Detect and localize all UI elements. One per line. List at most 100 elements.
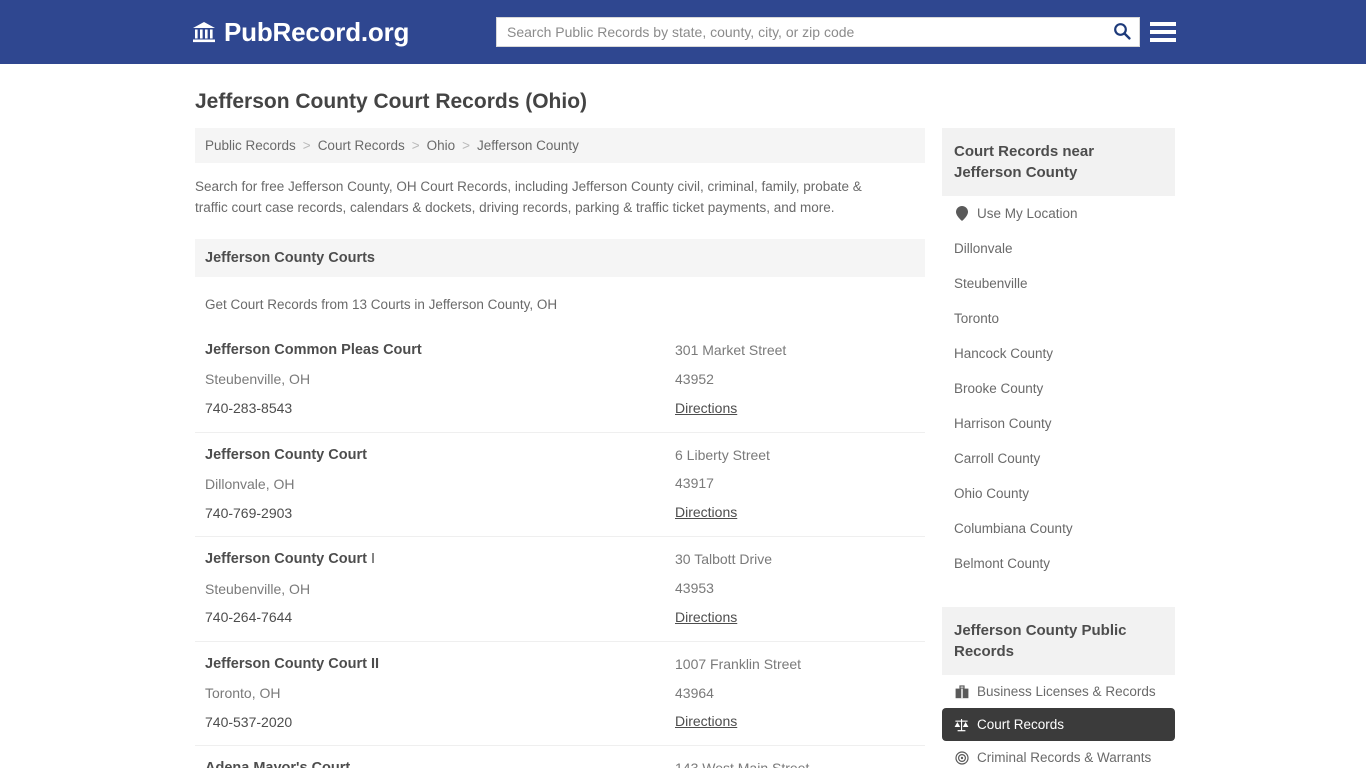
table-row[interactable]: Jefferson County Court II Toronto, OH 74… xyxy=(195,640,925,746)
directions-link[interactable]: Directions xyxy=(675,504,737,520)
courts-section-heading: Jefferson County Courts xyxy=(195,239,925,278)
breadcrumb-item-public-records[interactable]: Public Records xyxy=(205,138,296,153)
court-street: 143 West Main Street xyxy=(675,760,915,768)
court-zip: 43952 xyxy=(675,370,714,387)
records-panel-heading: Jefferson County Public Records xyxy=(942,607,1175,676)
table-row[interactable]: Jefferson County Court I Steubenville, O… xyxy=(195,536,925,641)
court-name-suffix: I xyxy=(366,551,375,568)
sidebar-item-dillonvale[interactable]: Dillonvale xyxy=(942,231,1175,266)
table-row[interactable]: Jefferson Common Pleas Court Steubenvill… xyxy=(195,328,925,432)
table-row[interactable]: Adena Mayor's Court Adena, OH 740-546-36… xyxy=(195,745,925,768)
court-city: Toronto, OH xyxy=(205,685,281,702)
menu-bar-3 xyxy=(1150,38,1176,42)
court-city: Steubenville, OH xyxy=(205,580,311,597)
sidebar-item-label: Columbiana County xyxy=(954,521,1073,537)
court-name[interactable]: Jefferson County Court I xyxy=(205,551,675,568)
sidebar-item-label: Steubenville xyxy=(954,276,1028,292)
courts-section-subheading: Get Court Records from 13 Courts in Jeff… xyxy=(205,297,558,313)
table-row[interactable]: Jefferson County Court Dillonvale, OH 74… xyxy=(195,431,925,537)
sidebar-item-harrison-county[interactable]: Harrison County xyxy=(942,406,1175,441)
map-pin-icon xyxy=(954,206,969,222)
site-logo-text: PubRecord.org xyxy=(224,17,410,47)
breadcrumb-item-jefferson-county[interactable]: Jefferson County xyxy=(477,138,579,153)
fingerprint-icon xyxy=(954,750,969,765)
page-title: Jefferson County Court Records (Ohio) xyxy=(195,90,588,113)
directions-link[interactable]: Directions xyxy=(675,713,737,729)
court-phone[interactable]: 740-283-8543 xyxy=(205,400,675,417)
sidebar-item-label: Ohio County xyxy=(954,486,1030,502)
sidebar-item-label: Belmont County xyxy=(954,556,1051,572)
public-records-panel: Jefferson County Public Records Business… xyxy=(942,607,1175,768)
court-name[interactable]: Jefferson Common Pleas Court xyxy=(205,342,675,359)
site-header: PubRecord.org xyxy=(0,0,1366,64)
court-list: Jefferson Common Pleas Court Steubenvill… xyxy=(195,328,925,768)
breadcrumb-separator: > xyxy=(462,138,471,154)
sidebar-item-criminal-records[interactable]: Criminal Records & Warrants xyxy=(942,741,1175,768)
sidebar-item-label: Hancock County xyxy=(954,346,1054,362)
court-info-left: Jefferson County Court I Steubenville, O… xyxy=(205,551,675,627)
court-city: Dillonvale, OH xyxy=(205,476,295,493)
court-name[interactable]: Jefferson County Court II xyxy=(205,656,675,673)
court-zip: 43964 xyxy=(675,684,714,701)
sidebar-item-brooke-county[interactable]: Brooke County xyxy=(942,371,1175,406)
sidebar-item-steubenville[interactable]: Steubenville xyxy=(942,266,1175,301)
nearby-locations-list: Use My Location Dillonvale Steubenville … xyxy=(942,196,1175,581)
sidebar-item-belmont-county[interactable]: Belmont County xyxy=(942,546,1175,581)
court-phone[interactable]: 740-264-7644 xyxy=(205,609,675,626)
court-info-right: 143 West Main Street 43901 Directions xyxy=(675,760,915,768)
sidebar-item-carroll-county[interactable]: Carroll County xyxy=(942,441,1175,476)
court-city: Steubenville, OH xyxy=(205,371,311,388)
court-name[interactable]: Jefferson County Court xyxy=(205,447,675,464)
hamburger-menu-icon[interactable] xyxy=(1150,19,1176,45)
sidebar-item-business-licenses[interactable]: Business Licenses & Records xyxy=(942,675,1175,708)
sidebar-item-toronto[interactable]: Toronto xyxy=(942,301,1175,336)
sidebar-item-label: Brooke County xyxy=(954,381,1044,397)
site-logo[interactable]: PubRecord.org xyxy=(192,19,409,45)
sidebar-item-court-records[interactable]: Court Records xyxy=(942,708,1175,742)
court-street: 301 Market Street xyxy=(675,342,787,359)
court-info-right: 6 Liberty Street 43917 Directions xyxy=(675,447,915,523)
sidebar-item-label: Use My Location xyxy=(977,206,1078,222)
breadcrumb-separator: > xyxy=(302,138,311,154)
breadcrumb: Public Records > Court Records > Ohio > … xyxy=(195,128,925,164)
briefcase-icon xyxy=(954,684,969,699)
directions-link[interactable]: Directions xyxy=(675,400,737,416)
main-column: Public Records > Court Records > Ohio > … xyxy=(195,128,925,768)
page-intro-text: Search for free Jefferson County, OH Cou… xyxy=(195,179,862,216)
sidebar-item-label: Criminal Records & Warrants xyxy=(977,750,1152,766)
search-bar xyxy=(496,17,1140,47)
sidebar: Court Records near Jefferson County Use … xyxy=(942,128,1175,768)
sidebar-item-columbiana-county[interactable]: Columbiana County xyxy=(942,511,1175,546)
directions-link[interactable]: Directions xyxy=(675,609,737,625)
court-zip: 43953 xyxy=(675,580,714,597)
scales-of-justice-icon xyxy=(954,717,969,732)
breadcrumb-item-court-records[interactable]: Court Records xyxy=(318,138,405,153)
sidebar-item-label: Toronto xyxy=(954,311,1000,327)
search-input[interactable] xyxy=(497,18,1105,46)
court-info-left: Jefferson Common Pleas Court Steubenvill… xyxy=(205,342,675,418)
court-name[interactable]: Adena Mayor's Court xyxy=(205,760,675,768)
page-container: Jefferson County Court Records (Ohio) Pu… xyxy=(0,89,1366,768)
sidebar-item-use-my-location[interactable]: Use My Location xyxy=(942,196,1175,231)
court-info-right: 30 Talbott Drive 43953 Directions xyxy=(675,551,915,627)
court-street: 6 Liberty Street xyxy=(675,446,770,463)
breadcrumb-separator: > xyxy=(411,138,420,154)
menu-bar-2 xyxy=(1150,30,1176,34)
court-phone[interactable]: 740-769-2903 xyxy=(205,505,675,522)
court-phone[interactable]: 740-537-2020 xyxy=(205,714,675,731)
public-records-list: Business Licenses & Records Court Record… xyxy=(942,675,1175,768)
breadcrumb-item-ohio[interactable]: Ohio xyxy=(427,138,456,153)
sidebar-item-label: Business Licenses & Records xyxy=(977,684,1156,700)
menu-bar-1 xyxy=(1150,22,1176,26)
sidebar-item-label: Dillonvale xyxy=(954,241,1013,257)
sidebar-item-hancock-county[interactable]: Hancock County xyxy=(942,336,1175,371)
sidebar-item-label: Harrison County xyxy=(954,416,1052,432)
search-button[interactable] xyxy=(1105,18,1139,46)
nearby-panel-heading: Court Records near Jefferson County xyxy=(942,128,1175,197)
sidebar-item-label: Carroll County xyxy=(954,451,1041,467)
court-info-right: 301 Market Street 43952 Directions xyxy=(675,342,915,418)
content-columns: Public Records > Court Records > Ohio > … xyxy=(195,128,1175,768)
court-street: 1007 Franklin Street xyxy=(675,655,802,672)
sidebar-item-ohio-county[interactable]: Ohio County xyxy=(942,476,1175,511)
court-info-right: 1007 Franklin Street 43964 Directions xyxy=(675,656,915,732)
